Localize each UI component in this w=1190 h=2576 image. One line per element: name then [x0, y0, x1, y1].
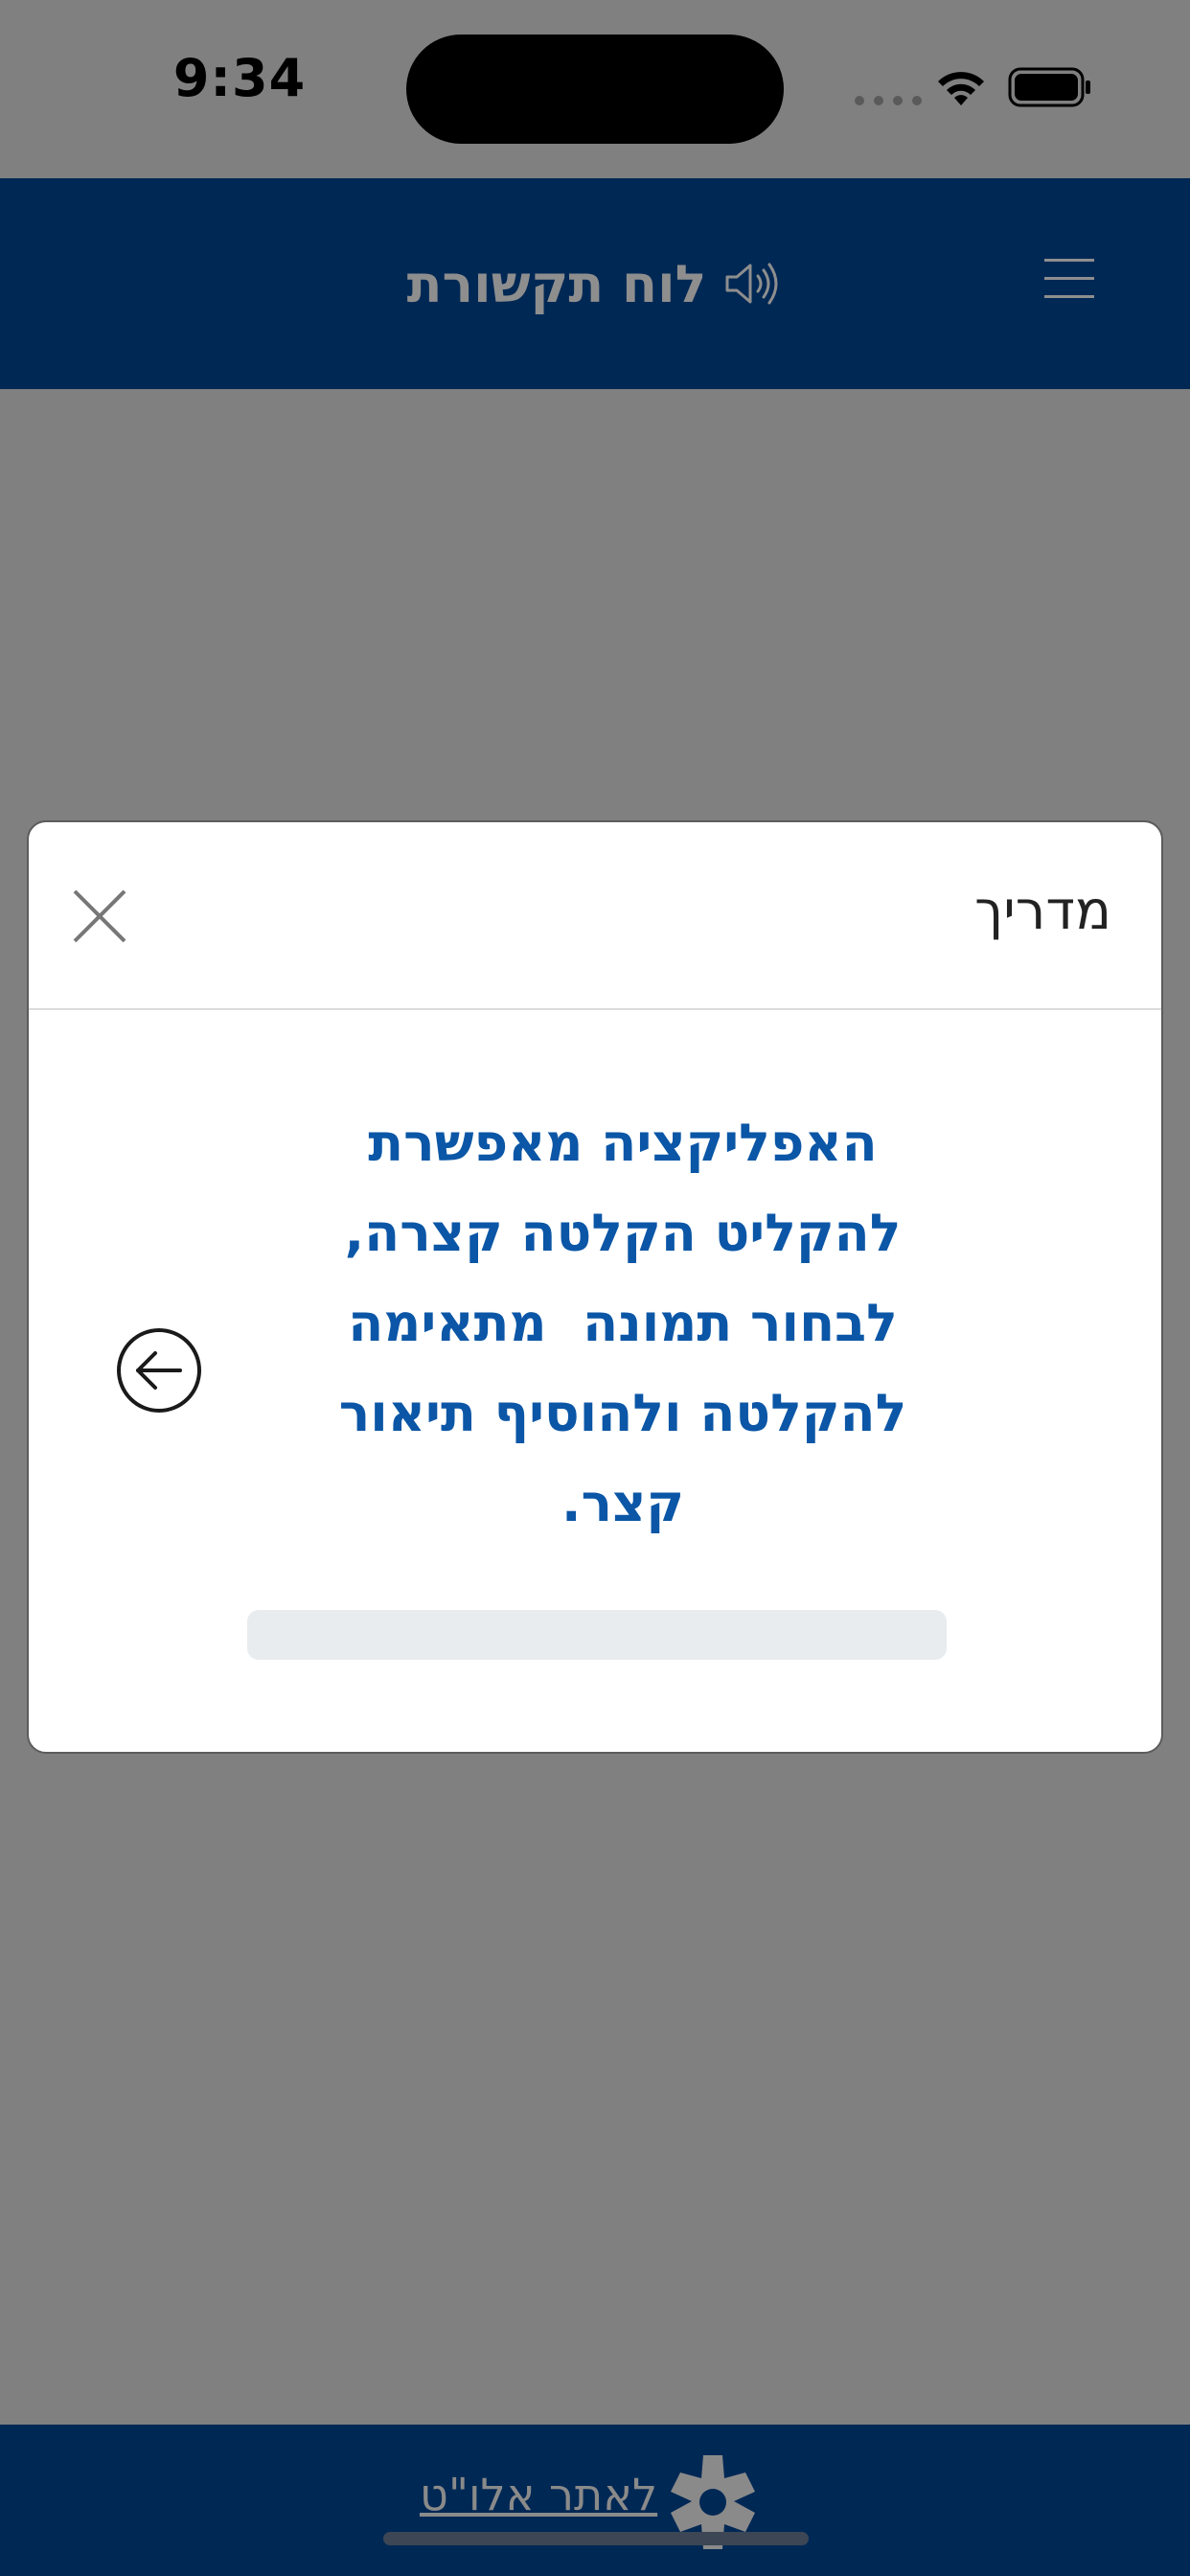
- wifi-icon: [938, 72, 984, 105]
- guide-modal: מדריך האפליקציה מאפשרת להקליט הקלטה קצרה…: [27, 820, 1163, 1754]
- body-line: קצר.: [561, 1473, 685, 1533]
- body-line: להקלטה ולהוסיף תיאור: [338, 1383, 907, 1443]
- arrow-left-circle-icon[interactable]: [113, 1324, 205, 1416]
- cellular-signal-icon: [855, 96, 922, 105]
- guide-progress-bar: [247, 1610, 947, 1660]
- app-footer: לאתר אלו"ט: [0, 2425, 1190, 2576]
- modal-title: מדריך: [974, 880, 1111, 942]
- status-time: 9:34: [172, 48, 307, 108]
- app-header: לוח תקשורת: [0, 178, 1190, 389]
- status-bar: 9:34: [0, 0, 1190, 178]
- menu-icon[interactable]: [1042, 255, 1096, 303]
- close-icon[interactable]: [71, 887, 128, 945]
- alut-site-link[interactable]: לאתר אלו"ט: [420, 2469, 657, 2520]
- body-line: לבחור תמונה מתאימה: [348, 1293, 898, 1353]
- header-title-group[interactable]: לוח תקשורת: [383, 236, 805, 332]
- modal-header: מדריך: [29, 822, 1161, 1010]
- body-line: להקליט הקלטה קצרה,: [344, 1203, 902, 1263]
- dynamic-island: [406, 34, 784, 144]
- modal-body-text: האפליקציה מאפשרת להקליט הקלטה קצרה, לבחו…: [249, 1098, 996, 1549]
- speaker-icon[interactable]: [723, 260, 781, 308]
- home-indicator[interactable]: [383, 2532, 809, 2545]
- page-title: לוח תקשורת: [406, 253, 707, 314]
- battery-icon: [1008, 67, 1090, 107]
- body-line: האפליקציה מאפשרת: [368, 1113, 878, 1173]
